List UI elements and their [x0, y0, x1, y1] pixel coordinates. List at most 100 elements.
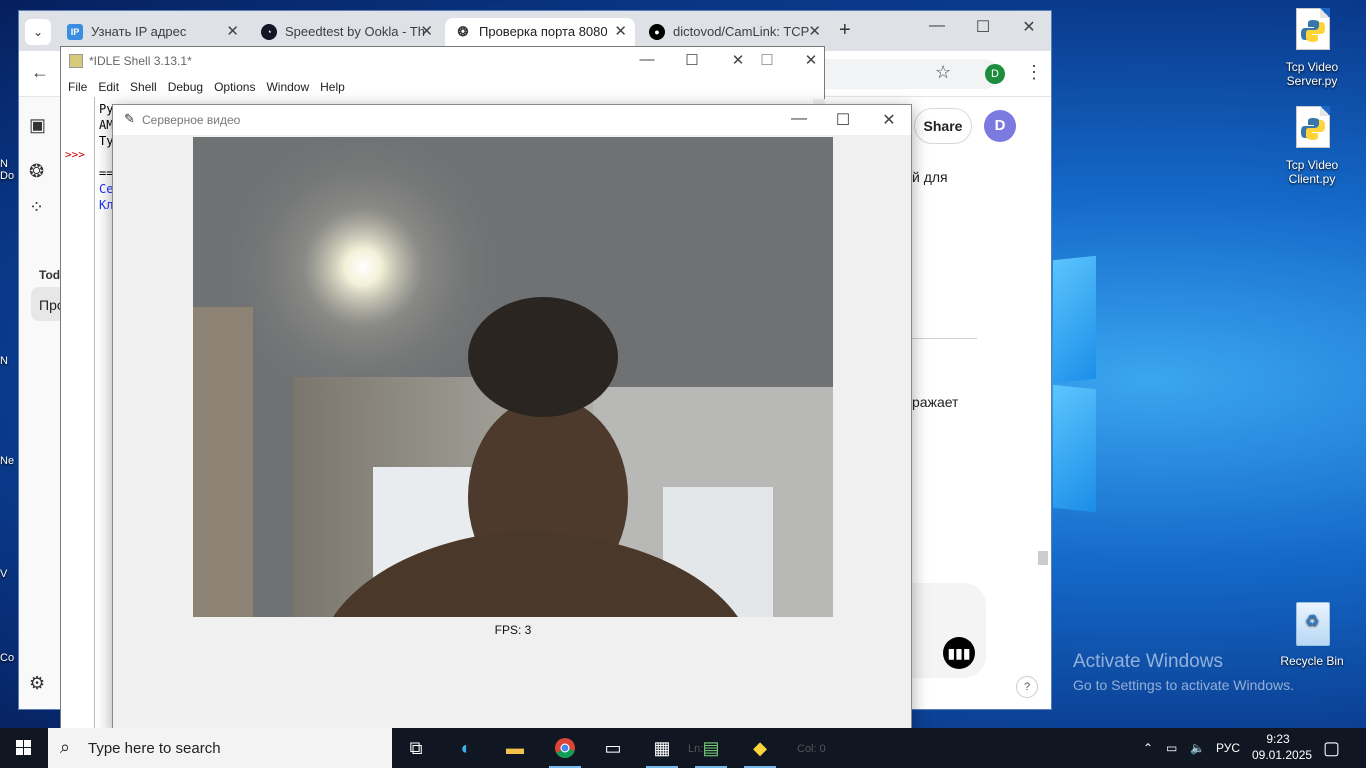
voice-mode-button[interactable]: ▮▮▮	[943, 637, 975, 669]
fps-label: FPS: 3	[494, 623, 532, 637]
taskbar-edge[interactable]: ◐	[442, 728, 490, 768]
chat-message-fragment: ражает	[912, 394, 959, 410]
taskbar-chrome[interactable]	[541, 728, 589, 768]
tk-feather-icon: ✎	[124, 111, 135, 126]
menu-shell[interactable]: Shell	[130, 77, 157, 97]
start-button[interactable]	[0, 728, 48, 768]
close-window-button[interactable]: ✕	[1006, 17, 1051, 37]
chat-message-fragment: й для	[912, 169, 948, 185]
video-title-bar: ✎ Серверное видео — ☐ ✕	[113, 105, 911, 135]
chevron-up-icon[interactable]: ⌃	[1143, 728, 1153, 768]
tab-strip: ⌄ IP Узнать IP адрес ✕ ◔ Speedtest by Oo…	[19, 11, 1051, 51]
idle-minimize-button[interactable]: —	[627, 51, 667, 68]
profile-avatar[interactable]: D	[985, 64, 1005, 84]
menu-debug[interactable]: Debug	[168, 77, 203, 97]
video-maximize-button[interactable]: ☐	[820, 110, 866, 130]
menu-file[interactable]: File	[68, 77, 87, 97]
taskbar-clock[interactable]: 9:23 09.01.2025	[1252, 731, 1313, 763]
tab-label: dictovod/CamLink: TCP	[673, 24, 810, 39]
chevron-down-icon: ⌄	[32, 25, 44, 39]
new-tab-button[interactable]: +	[839, 19, 851, 42]
chat-sidebar: ▣ ❂ ⁘ Toda Про ⚙	[19, 97, 71, 709]
tab-label: Проверка порта 8080	[479, 24, 608, 39]
notifications-icon[interactable]: ▢	[1323, 728, 1340, 768]
minimize-button[interactable]: —	[914, 17, 960, 35]
video-window-title: Серверное видео	[142, 113, 241, 127]
python-file-icon	[1301, 20, 1325, 42]
clock-date: 09.01.2025	[1252, 748, 1313, 762]
menu-edit[interactable]: Edit	[98, 77, 119, 97]
share-button[interactable]: Share	[914, 108, 972, 144]
taskbar-control-panel[interactable]: ▦	[638, 728, 686, 768]
background-close-button[interactable]: ✕	[791, 51, 831, 69]
search-icon: ⌕	[60, 737, 71, 757]
language-indicator[interactable]: РУС	[1216, 728, 1240, 768]
menu-help[interactable]: Help	[320, 77, 345, 97]
tab-search-button[interactable]: ⌄	[25, 19, 51, 45]
idle-maximize-button[interactable]: ☐	[672, 51, 712, 69]
sidebar-toggle-icon[interactable]: ▣	[29, 115, 46, 136]
close-icon[interactable]: ✕	[226, 18, 239, 46]
maximize-button[interactable]: ☐	[960, 17, 1006, 37]
activate-subtitle: Go to Settings to activate Windows.	[1073, 677, 1294, 693]
task-view-icon: ⧉	[409, 738, 423, 758]
menu-window[interactable]: Window	[266, 77, 309, 97]
webcam-video-frame	[193, 137, 833, 617]
idle-window-title: *IDLE Shell 3.13.1*	[89, 54, 192, 68]
activate-windows-watermark: Activate Windows Go to Settings to activ…	[1073, 651, 1294, 693]
recycle-bin-icon: ♻	[1296, 602, 1330, 646]
idle-menu-bar: File Edit Shell Debug Options Window Help	[61, 77, 824, 97]
network-icon[interactable]: ▭	[1166, 728, 1177, 768]
plus-icon: +	[839, 19, 851, 41]
python-icon: ◆	[753, 738, 767, 758]
menu-options[interactable]: Options	[214, 77, 255, 97]
background-maximize-button[interactable]: ☐	[747, 51, 787, 69]
taskbar-terminal[interactable]: ▭	[589, 728, 637, 768]
desktop-icon-tcp-video-client[interactable]: Tcp Video Client.py	[1272, 106, 1352, 186]
ip-favicon-icon: IP	[67, 24, 83, 40]
chatgpt-logo-icon[interactable]: ❂	[29, 161, 44, 182]
close-icon[interactable]: ✕	[420, 18, 433, 46]
terminal-icon: ▭	[604, 738, 622, 758]
taskbar-file-explorer[interactable]: ▬	[491, 728, 539, 768]
fragment-text: Ne	[0, 455, 15, 467]
background-window-fragment: N Do N Ne V Co	[0, 150, 18, 710]
apps-grid-icon[interactable]: ⁘	[29, 197, 44, 218]
speedtest-icon: ◔	[261, 24, 277, 40]
desktop-icon-label: Tcp Video Server.py	[1285, 60, 1339, 88]
windows-start-icon	[16, 740, 31, 755]
bookmark-star-icon[interactable]: ☆	[935, 62, 951, 83]
account-avatar[interactable]: D	[984, 110, 1016, 142]
tab-label: Speedtest by Ookla - Th	[285, 24, 425, 39]
control-panel-icon: ▦	[653, 738, 671, 758]
shell-prompt: >>>	[65, 148, 85, 161]
desktop-icon-tcp-video-server[interactable]: Tcp Video Server.py	[1272, 8, 1352, 88]
fragment-text: V	[0, 568, 8, 580]
idle-app-icon	[69, 54, 83, 68]
taskbar-python[interactable]: ◆	[736, 728, 784, 768]
close-icon[interactable]: ✕	[808, 18, 821, 46]
webcam-scene-image	[193, 137, 833, 617]
chatgpt-icon: ❂	[455, 24, 471, 40]
page-scrollbar[interactable]	[1038, 551, 1048, 565]
github-icon: ●	[649, 24, 665, 40]
speaker-muted-icon[interactable]: 🔈	[1190, 728, 1205, 768]
task-view-button[interactable]: ⧉	[392, 728, 440, 768]
fragment-text: Co	[0, 652, 15, 664]
back-arrow-icon[interactable]: ←	[31, 62, 49, 83]
python-file-icon	[1301, 118, 1325, 140]
tab-label: Узнать IP адрес	[91, 24, 187, 39]
video-close-button[interactable]: ✕	[866, 110, 912, 130]
notes-icon: ▤	[702, 738, 720, 758]
close-icon[interactable]: ✕	[614, 18, 627, 46]
settings-icon[interactable]: ⚙	[29, 673, 45, 694]
video-minimize-button[interactable]: —	[776, 110, 822, 128]
taskbar-search-box[interactable]: ⌕ Type here to search	[48, 728, 392, 768]
menu-kebab-icon[interactable]: ⋮	[1025, 62, 1043, 83]
idle-status-line: Ln:	[688, 743, 704, 755]
server-video-window: ✎ Серверное видео — ☐ ✕ FPS: 3	[112, 104, 912, 734]
waveform-icon: ▮▮▮	[947, 645, 971, 661]
taskbar: ⌕ Type here to search ⧉ ◐ ▬ ▭ ▦ ▤ ◆ Ln: …	[0, 728, 1366, 768]
idle-title-bar: *IDLE Shell 3.13.1* — ☐ ✕ ☐ ✕	[61, 47, 824, 75]
help-button[interactable]: ?	[1016, 676, 1038, 698]
